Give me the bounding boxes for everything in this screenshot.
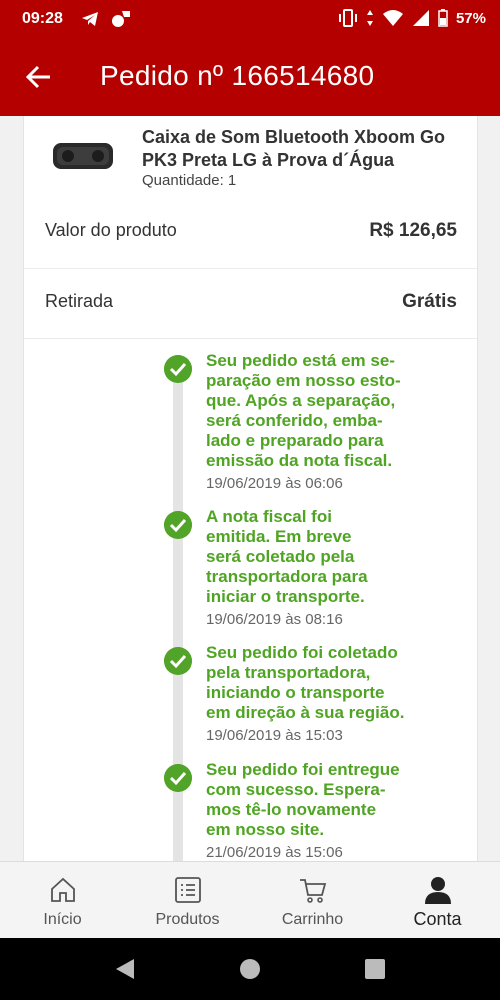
bottom-navigation: Início Produtos Carrinho Conta <box>0 861 500 939</box>
home-icon <box>50 877 75 902</box>
list-icon <box>174 877 201 903</box>
timeline-step-date: 21/06/2019 às 15:06 <box>206 844 343 861</box>
product-image <box>53 143 113 169</box>
signal-icon <box>412 10 429 26</box>
nav-label: Conta <box>413 909 462 929</box>
check-circle-icon <box>164 764 192 792</box>
order-card: Caixa de Som Bluetooth Xboom Go PK3 Pret… <box>23 116 478 861</box>
status-time: 09:28 <box>22 10 63 27</box>
data-arrows-icon <box>366 10 373 26</box>
timeline-step-text: Seu pedido foi coletado pela transportado… <box>206 643 405 722</box>
app-notification-icon <box>112 11 130 27</box>
app-bar: Pedido nº 166514680 <box>0 38 500 116</box>
summary-row-pickup: Retirada Grátis <box>24 268 477 339</box>
battery-percentage: 57% <box>455 9 486 27</box>
order-timeline: Seu pedido está em se-paração em nosso e… <box>24 338 477 861</box>
vibrate-icon <box>338 9 357 27</box>
product-quantity: Quantidade: 1 <box>142 172 237 189</box>
notification-icons <box>80 9 132 29</box>
nav-item-carrinho[interactable]: Carrinho <box>250 862 375 939</box>
price-label: Valor do produto <box>45 220 177 240</box>
telegram-icon <box>82 12 98 26</box>
nav-item-conta[interactable]: Conta <box>375 862 500 939</box>
order-details[interactable]: Caixa de Som Bluetooth Xboom Go PK3 Pret… <box>0 116 500 861</box>
timeline-step-text: Seu pedido está em se-paração em nosso e… <box>206 351 401 470</box>
nav-item-produtos[interactable]: Produtos <box>125 862 250 939</box>
pickup-value: Grátis <box>402 291 457 312</box>
timeline-step-date: 19/06/2019 às 08:16 <box>206 611 343 628</box>
page-title: Pedido nº 166514680 <box>100 60 375 91</box>
system-recents-icon[interactable] <box>362 956 388 982</box>
nav-label: Início <box>43 911 82 928</box>
system-icons: 57% <box>338 9 486 27</box>
timeline-step-text: A nota fiscal foi emitida. Em breve será c… <box>206 507 368 606</box>
system-back-icon[interactable] <box>112 956 138 982</box>
product-name: Caixa de Som Bluetooth Xboom Go PK3 Pret… <box>142 127 446 170</box>
nav-label: Carrinho <box>281 911 344 928</box>
battery-icon <box>438 9 448 27</box>
nav-label: Produtos <box>155 911 220 928</box>
nav-item-inicio[interactable]: Início <box>0 862 125 939</box>
cart-icon <box>299 879 326 903</box>
timeline-step-date: 19/06/2019 às 06:06 <box>206 475 343 492</box>
check-circle-icon <box>164 647 192 675</box>
user-icon <box>424 877 451 904</box>
timeline-step-text: Seu pedido foi entregue com sucesso. Espe… <box>206 760 400 839</box>
status-bar: 09:28 57% <box>0 0 500 38</box>
system-navigation-bar <box>0 938 500 1000</box>
price-value: R$ 126,65 <box>369 220 457 241</box>
wifi-icon <box>382 10 403 26</box>
pickup-label: Retirada <box>45 291 114 311</box>
check-circle-icon <box>164 355 192 383</box>
summary-row-price: Valor do produto R$ 126,65 <box>24 198 477 268</box>
system-home-icon[interactable] <box>237 956 263 982</box>
timeline-step-date: 19/06/2019 às 15:03 <box>206 727 343 744</box>
product-item[interactable]: Caixa de Som Bluetooth Xboom Go PK3 Pret… <box>24 116 477 198</box>
back-arrow-icon[interactable] <box>24 62 54 92</box>
check-circle-icon <box>164 511 192 539</box>
